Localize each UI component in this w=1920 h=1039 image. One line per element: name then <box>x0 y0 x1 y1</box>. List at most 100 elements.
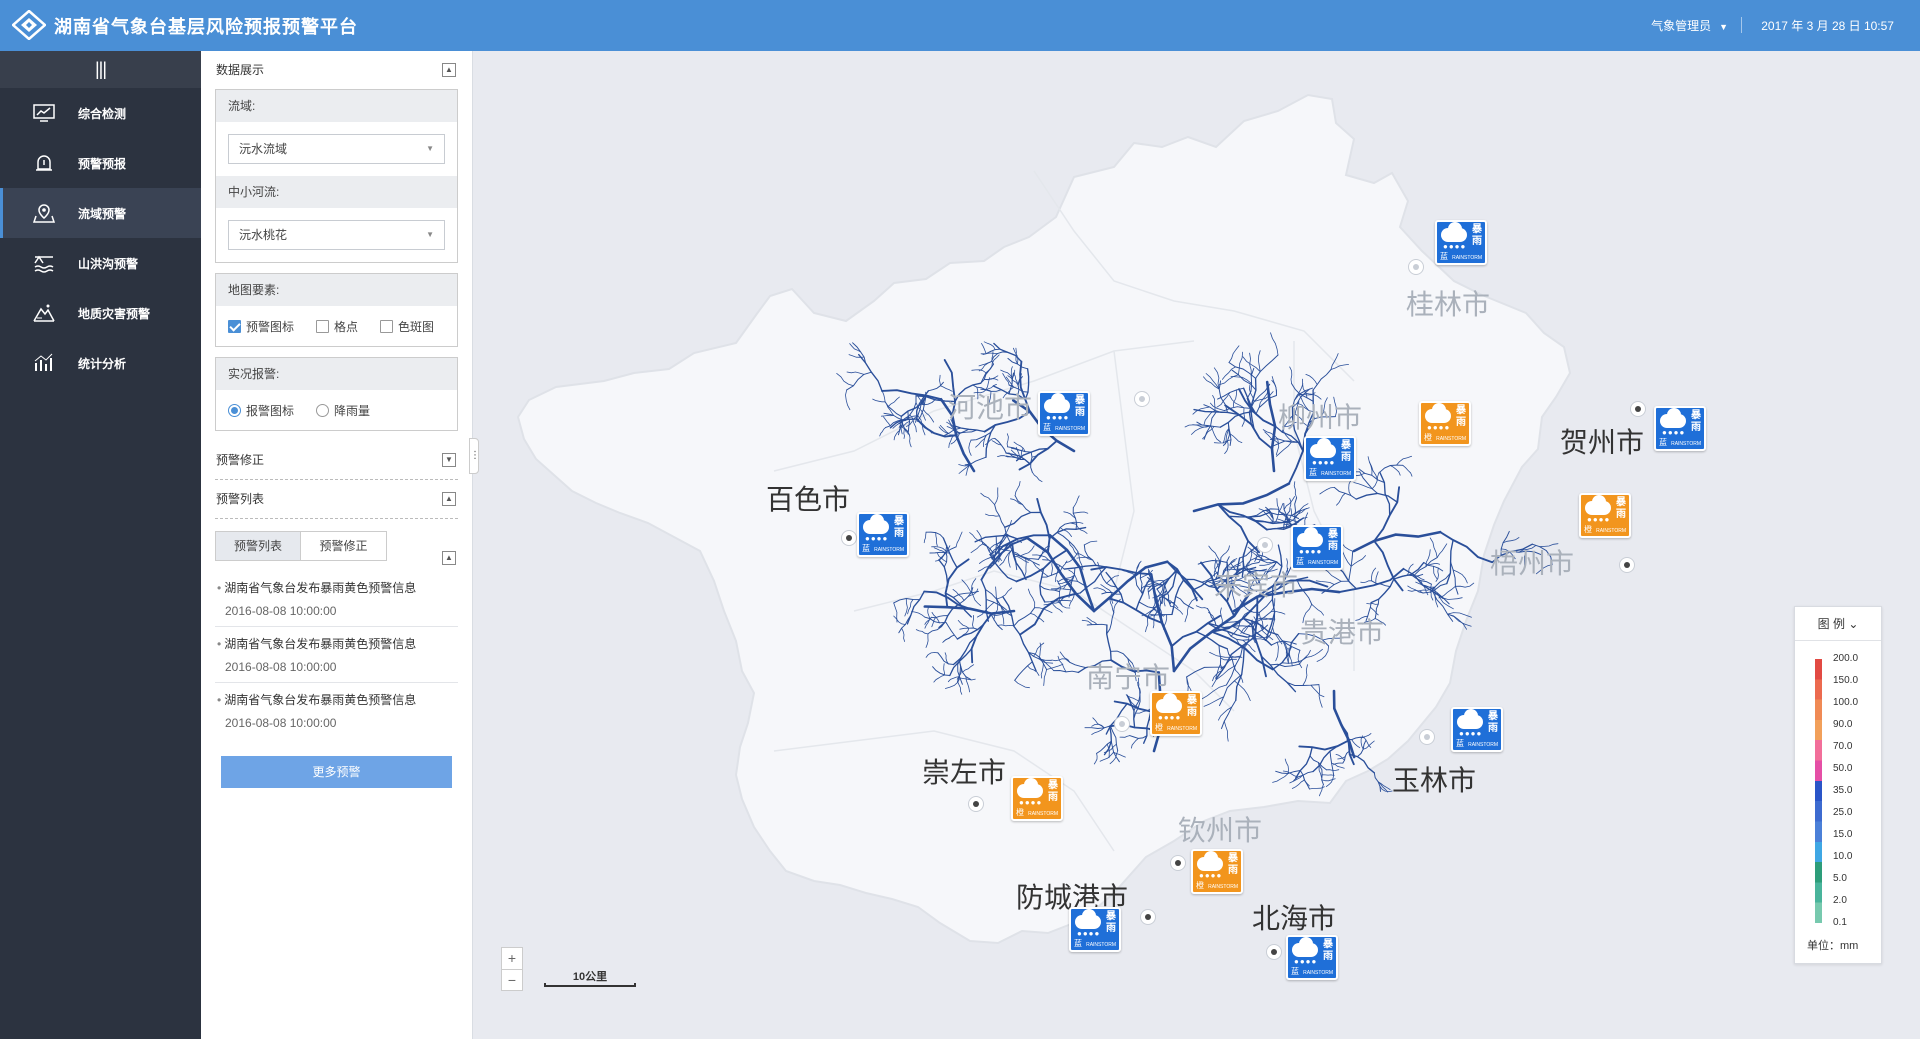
correction-header[interactable]: 预警修正 ▼ <box>201 441 472 479</box>
sidebar-item-basin-warning[interactable]: 流域预警 <box>0 188 201 238</box>
rainstorm-warning-marker[interactable]: ●●●● 暴雨 蓝 RAINSTORM <box>1286 935 1338 980</box>
marker-type-1: 暴 <box>1456 405 1466 416</box>
city-dot-nanning[interactable] <box>1114 716 1130 732</box>
zoom-out-button[interactable]: − <box>502 969 522 990</box>
marker-type-1: 暴 <box>1048 780 1058 791</box>
rainstorm-warning-marker[interactable]: ●●●● 暴雨 橙 RAINSTORM <box>1011 776 1063 821</box>
zoom-in-button[interactable]: + <box>502 948 522 969</box>
rainstorm-warning-marker[interactable]: ●●●● 暴雨 橙 RAINSTORM <box>1191 849 1243 894</box>
marker-en: RAINSTORM <box>1436 436 1466 442</box>
collapse-icon[interactable]: ▲ <box>442 492 456 506</box>
radio-selected[interactable] <box>228 403 241 417</box>
tab-warning-list[interactable]: 预警列表 <box>215 531 301 561</box>
marker-type-1: 暴 <box>1075 395 1085 406</box>
checkbox-unchecked[interactable] <box>380 319 394 333</box>
city-dot-guilin[interactable] <box>1408 259 1424 275</box>
sidebar-item-label: 统计分析 <box>78 356 127 371</box>
city-dot-yulin[interactable] <box>1419 729 1435 745</box>
city-label-laibin: 来宾市 <box>1214 569 1299 602</box>
data-display-header[interactable]: 数据展示 ▲ <box>201 51 472 89</box>
rainstorm-warning-marker[interactable]: ●●●● 暴雨 蓝 RAINSTORM <box>1038 391 1090 436</box>
sidebar-item-flash-flood[interactable]: 山洪沟预警 <box>0 238 201 288</box>
landslide-icon <box>32 301 56 325</box>
city-dot-qinzhou[interactable] <box>1170 855 1186 871</box>
marker-level: 橙 <box>1584 525 1592 534</box>
app-title: 湖南省气象台基层风险预报预警平台 <box>54 17 358 37</box>
city-label-qinzhou: 钦州市 <box>1178 814 1263 847</box>
marker-level: 蓝 <box>862 544 870 553</box>
city-dot-wuzhou[interactable] <box>1619 557 1635 573</box>
checkbox-grid[interactable]: 格点 <box>316 318 358 335</box>
rainstorm-warning-marker[interactable]: ●●●● 暴雨 蓝 RAINSTORM <box>1304 436 1356 481</box>
marker-type-2: 雨 <box>894 528 904 539</box>
warning-title: 湖南省气象台发布暴雨黄色预警信息 <box>217 691 458 708</box>
rainstorm-warning-marker[interactable]: ●●●● 暴雨 蓝 RAINSTORM <box>1654 406 1706 451</box>
rainstorm-warning-marker[interactable]: ●●●● 暴雨 蓝 RAINSTORM <box>1435 220 1487 265</box>
checkbox-unchecked[interactable] <box>316 319 330 333</box>
marker-type-1: 暴 <box>1488 711 1498 722</box>
city-label-baise: 百色市 <box>766 483 851 516</box>
expand-icon[interactable]: ▼ <box>442 453 456 467</box>
city-dot-fangchenggang[interactable] <box>1140 909 1156 925</box>
marker-type-1: 暴 <box>1323 939 1333 950</box>
radio-rainfall[interactable]: 降雨量 <box>316 402 370 419</box>
warning-list: 湖南省气象台发布暴雨黄色预警信息 2016-08-08 10:00:00 湖南省… <box>215 571 458 738</box>
sidebar-item-warning-forecast[interactable]: 预警预报 <box>0 138 201 188</box>
collapse-icon[interactable]: ▲ <box>442 551 456 565</box>
rainstorm-warning-marker[interactable]: ●●●● 暴雨 蓝 RAINSTORM <box>1451 707 1503 752</box>
marker-level: 蓝 <box>1296 557 1304 566</box>
sidebar-item-comprehensive[interactable]: 综合检测 <box>0 88 201 138</box>
list-item[interactable]: 湖南省气象台发布暴雨黄色预警信息 2016-08-08 10:00:00 <box>215 571 458 627</box>
rain-cloud-icon <box>1660 408 1686 428</box>
warning-list-header[interactable]: 预警列表 ▲ <box>201 480 472 518</box>
radio-alarm-icon[interactable]: 报警图标 <box>228 402 294 419</box>
rainstorm-warning-marker[interactable]: ●●●● 暴雨 蓝 RAINSTORM <box>857 512 909 557</box>
checkbox-color-spot[interactable]: 色斑图 <box>380 318 434 335</box>
city-dot-laibin[interactable] <box>1257 537 1273 553</box>
city-dot-chongzuo[interactable] <box>968 796 984 812</box>
user-menu[interactable]: 气象管理员 ▼ <box>1651 17 1728 34</box>
rainstorm-warning-marker[interactable]: ●●●● 暴雨 蓝 RAINSTORM <box>1291 525 1343 570</box>
more-warnings-button[interactable]: 更多预警 <box>221 756 452 788</box>
rain-cloud-icon <box>1292 937 1318 957</box>
city-dot-liuzhou[interactable] <box>1134 391 1150 407</box>
collapse-icon[interactable]: ▲ <box>442 63 456 77</box>
tab-warning-correction[interactable]: 预警修正 <box>301 531 387 561</box>
rain-drops-icon: ●●●● <box>1158 713 1182 722</box>
sidebar-item-statistics[interactable]: 统计分析 <box>0 338 201 388</box>
legend-header[interactable]: 图 例 ⌄ <box>1795 607 1881 641</box>
city-dot-hezhou[interactable] <box>1630 401 1646 417</box>
marker-type-2: 雨 <box>1616 509 1626 520</box>
rain-drops-icon: ●●●● <box>1662 428 1686 437</box>
sidebar-item-label: 预警预报 <box>78 156 127 171</box>
marker-en: RAINSTORM <box>1321 471 1351 477</box>
list-item[interactable]: 湖南省气象台发布暴雨黄色预警信息 2016-08-08 10:00:00 <box>215 683 458 738</box>
rainstorm-warning-marker[interactable]: ●●●● 暴雨 橙 RAINSTORM <box>1150 691 1202 736</box>
radio-unselected[interactable] <box>316 403 330 417</box>
river-select[interactable]: 沅水桃花 ▼ <box>228 220 445 250</box>
river-segment <box>1373 772 1381 792</box>
basin-select[interactable]: 沅水流域 ▼ <box>228 134 445 164</box>
warning-tabs: 预警列表 预警修正 <box>215 531 458 561</box>
map-view[interactable]: 桂林市 河池市 柳州市 贺州市 百色市 梧州市 来宾市 贵港市 南宁市 崇左市 … <box>474 51 1920 1039</box>
rainstorm-warning-marker[interactable]: ●●●● 暴雨 蓝 RAINSTORM <box>1069 907 1121 952</box>
user-name: 气象管理员 <box>1651 19 1712 33</box>
rainstorm-warning-marker[interactable]: ●●●● 暴雨 橙 RAINSTORM <box>1579 493 1631 538</box>
marker-level: 蓝 <box>1043 423 1051 432</box>
menu-icon[interactable]: ||| <box>0 51 201 88</box>
marker-type-2: 雨 <box>1341 452 1351 463</box>
list-item[interactable]: 湖南省气象台发布暴雨黄色预警信息 2016-08-08 10:00:00 <box>215 627 458 683</box>
city-dot-baise[interactable] <box>841 530 857 546</box>
legend-value: 35.0 <box>1833 785 1853 796</box>
checkbox-checked[interactable] <box>228 319 241 333</box>
rainstorm-warning-marker[interactable]: ●●●● 暴雨 橙 RAINSTORM <box>1419 401 1471 446</box>
city-dot-beihai[interactable] <box>1266 944 1282 960</box>
marker-level: 蓝 <box>1659 438 1667 447</box>
city-label-yulin: 玉林市 <box>1392 764 1477 797</box>
marker-en: RAINSTORM <box>1028 811 1058 817</box>
sidebar-item-label: 地质灾害预警 <box>78 306 151 321</box>
sidebar-item-geo-hazard[interactable]: 地质灾害预警 <box>0 288 201 338</box>
checkbox-warning-icon[interactable]: 预警图标 <box>228 318 294 335</box>
marker-en: RAINSTORM <box>874 547 904 553</box>
monitor-icon <box>32 101 56 125</box>
